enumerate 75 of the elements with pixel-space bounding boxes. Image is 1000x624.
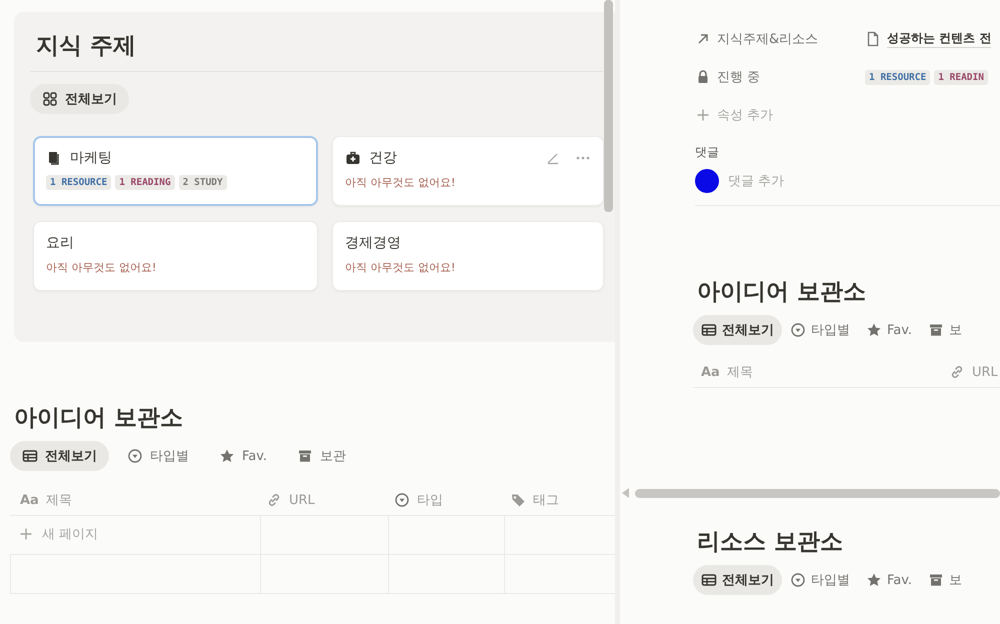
empty-message: 아직 아무것도 없어요! <box>345 175 456 190</box>
tag: 1 RESOURCE <box>46 175 112 190</box>
view-tab[interactable]: 타입별 <box>782 565 858 595</box>
property-label[interactable]: 지식주제&리소스 <box>695 30 865 48</box>
section-title: 지식 주제 <box>36 32 138 61</box>
column-header[interactable]: 태그 <box>504 485 604 515</box>
archive-box-icon <box>928 572 944 588</box>
scrollbar[interactable] <box>635 488 1000 498</box>
tag: 1 READING <box>115 175 175 190</box>
view-tab[interactable]: 전체보기 <box>693 565 782 595</box>
more-icon <box>575 156 591 160</box>
page-icon <box>865 31 881 47</box>
tag-icon <box>510 492 526 508</box>
view-tab[interactable]: Fav. <box>858 566 920 594</box>
view-tab[interactable]: 전체보기 <box>10 441 109 471</box>
database-title: 아이디어 보관소 <box>14 404 184 433</box>
view-tab[interactable]: Fav. <box>207 442 280 470</box>
view-tab[interactable]: 보관 <box>285 441 358 471</box>
book-icon <box>46 150 62 166</box>
plus-icon <box>18 526 34 542</box>
star-icon <box>866 322 882 338</box>
card-title: 요리 <box>46 234 74 252</box>
empty-message: 아직 아무것도 없어요! <box>345 260 456 275</box>
view-tab[interactable]: Fav. <box>858 316 920 344</box>
dropdown-circle-icon <box>127 448 143 464</box>
table-icon <box>22 448 38 464</box>
database-title: 아이디어 보관소 <box>697 278 868 307</box>
column-header[interactable]: URL <box>943 357 1000 387</box>
dropdown-circle-icon <box>790 322 806 338</box>
card-title: 마케팅 <box>70 149 112 167</box>
text-type-icon: Aa <box>701 364 720 380</box>
card-title: 건강 <box>369 149 397 167</box>
text-type-icon: Aa <box>20 492 39 508</box>
dropdown-circle-icon <box>394 492 410 508</box>
page-link[interactable]: 성공하는 컨텐츠 전 <box>865 30 992 48</box>
table-icon <box>701 322 717 338</box>
link-icon <box>949 364 965 380</box>
scrollbar[interactable] <box>604 0 613 212</box>
link-icon <box>266 492 282 508</box>
topic-card[interactable]: 경제경영 아직 아무것도 없어요! <box>332 221 604 291</box>
card-title: 경제경영 <box>345 234 401 252</box>
topic-card[interactable]: 마케팅 1 RESOURCE 1 READING 2 STUDY <box>33 136 318 206</box>
archive-box-icon <box>928 322 944 338</box>
column-header[interactable]: URL <box>260 485 388 515</box>
gallery-icon <box>42 91 58 107</box>
scroll-left-arrow-icon[interactable] <box>622 488 629 498</box>
property-label[interactable]: 진행 중 <box>695 68 865 86</box>
view-tab[interactable]: 타입별 <box>115 441 201 471</box>
dropdown-circle-icon <box>790 572 806 588</box>
empty-message: 아직 아무것도 없어요! <box>46 260 158 275</box>
view-tab[interactable]: 전체보기 <box>30 84 129 114</box>
star-icon <box>866 572 882 588</box>
view-tab[interactable]: 보 <box>920 315 970 345</box>
tag: 1 READIN <box>934 70 988 84</box>
table-icon <box>701 572 717 588</box>
star-icon <box>219 448 235 464</box>
view-tab[interactable]: 타입별 <box>782 315 858 345</box>
view-tab[interactable]: 보 <box>920 565 970 595</box>
comments-label: 댓글 <box>695 144 720 161</box>
tag: 1 RESOURCE <box>865 70 930 84</box>
plus-icon <box>695 107 711 123</box>
column-header[interactable]: 타입 <box>388 485 504 515</box>
medkit-icon <box>345 150 361 166</box>
comment-field[interactable]: 댓글 추가 <box>728 172 784 190</box>
column-header[interactable]: Aa 제목 <box>14 485 260 515</box>
database-title: 리소스 보관소 <box>697 528 844 557</box>
avatar-icon <box>695 169 719 193</box>
column-header[interactable]: Aa 제목 <box>695 357 943 387</box>
tag: 2 STUDY <box>178 175 227 190</box>
add-property-button[interactable]: 속성 추가 <box>695 96 774 134</box>
new-page-button[interactable]: 새 페이지 <box>10 516 106 552</box>
topic-card[interactable]: 건강 아직 아무것도 없어요! <box>332 136 604 206</box>
view-tab[interactable]: 전체보기 <box>693 315 782 345</box>
archive-box-icon <box>297 448 314 464</box>
topic-card[interactable]: 요리 아직 아무것도 없어요! <box>33 221 318 291</box>
